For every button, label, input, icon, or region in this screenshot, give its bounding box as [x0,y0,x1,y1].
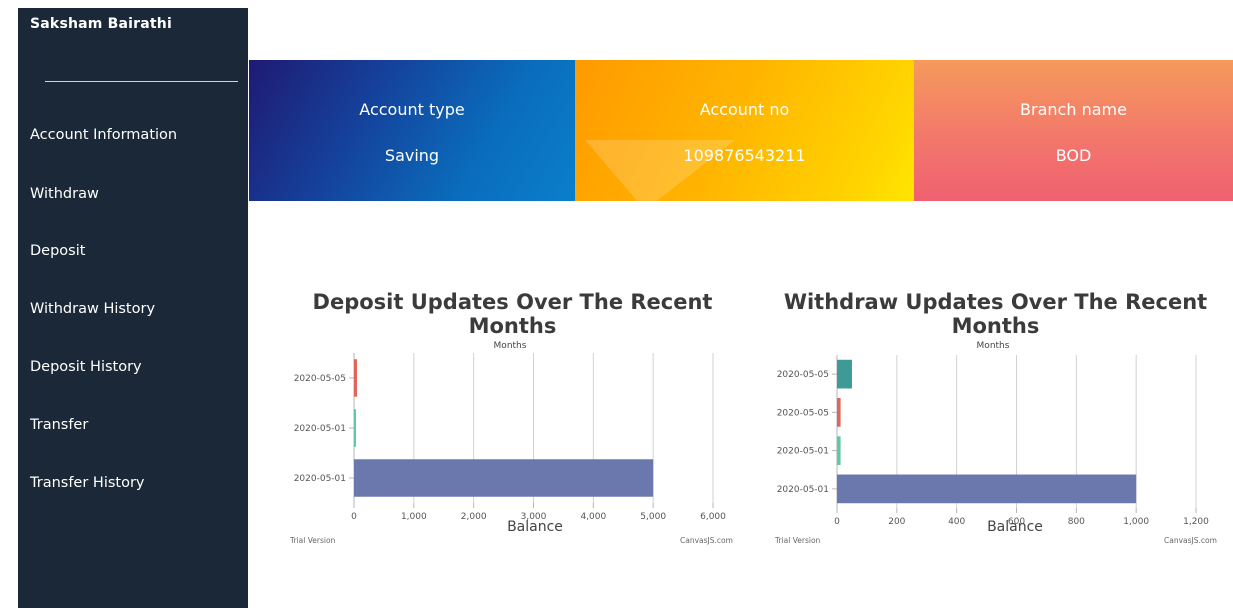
withdraw-y-tick-label: 2020-05-05 [777,370,829,380]
deposit-chart-title: Deposit Updates Over The Recent Months [312,290,713,338]
withdraw-y-tick-label: 2020-05-01 [777,485,829,495]
branch-name-card: Branch name BOD [914,60,1233,201]
withdraw-x-tick-label: 800 [1068,517,1085,527]
deposit-bar [354,359,357,397]
user-name: Saksham Bairathi [30,16,172,32]
withdraw-chart-xlabel: Balance [987,519,1043,535]
withdraw-x-tick-label: 1,000 [1123,517,1149,527]
withdraw-chart-title: Withdraw Updates Over The Recent Months [783,290,1208,338]
account-type-card: Account type Saving [249,60,575,201]
account-type-value: Saving [384,146,440,165]
withdraw-x-tick-label: 0 [834,517,840,527]
deposit-chart-trial-note: Trial Version [290,536,336,545]
account-number-label: Account no [699,100,790,119]
sidebar: Saksham Bairathi Account Information Wit… [18,8,248,608]
deposit-chart-credit[interactable]: CanvasJS.com [680,536,733,545]
sidebar-item-account-information[interactable]: Account Information [30,127,177,143]
deposit-chart-xlabel: Balance [507,519,563,535]
withdraw-chart-ylabel: Months [976,341,1010,351]
withdraw-y-tick-label: 2020-05-05 [777,408,829,418]
account-number-value: 109876543211 [683,146,806,165]
withdraw-bar [837,398,841,427]
withdraw-chart-credit[interactable]: CanvasJS.com [1164,536,1217,545]
deposit-x-tick-label: 5,000 [640,512,666,522]
sidebar-item-transfer[interactable]: Transfer [30,417,88,433]
deposit-y-tick-label: 2020-05-05 [294,374,346,384]
sidebar-item-withdraw[interactable]: Withdraw [30,186,99,202]
sidebar-item-withdraw-history[interactable]: Withdraw History [30,301,155,317]
withdraw-x-tick-label: 200 [888,517,905,527]
withdraw-bar [837,436,841,465]
branch-name-value: BOD [1055,146,1092,165]
account-type-label: Account type [359,100,465,119]
deposit-bar [354,459,654,497]
sidebar-divider [45,81,238,82]
withdraw-bar [837,359,852,389]
account-number-card: Account no 109876543211 [575,60,914,201]
sidebar-item-transfer-history[interactable]: Transfer History [30,475,145,491]
deposit-x-tick-label: 0 [351,512,357,522]
deposit-x-tick-label: 1,000 [401,512,427,522]
deposit-x-tick-label: 6,000 [700,512,726,522]
withdraw-chart-trial-note: Trial Version [775,536,821,545]
deposit-y-tick-label: 2020-05-01 [294,424,346,434]
withdraw-bar [837,474,1137,504]
account-summary-cards: Account type Saving Account no 109876543… [249,60,1233,201]
branch-name-label: Branch name [1020,100,1127,119]
sidebar-item-deposit[interactable]: Deposit [30,243,85,259]
withdraw-y-tick-label: 2020-05-01 [777,447,829,457]
deposit-y-tick-label: 2020-05-01 [294,474,346,484]
sidebar-item-deposit-history[interactable]: Deposit History [30,359,142,375]
deposit-chart-ylabel: Months [493,341,527,351]
withdraw-x-tick-label: 1,200 [1183,517,1209,527]
deposit-bar [354,409,356,447]
